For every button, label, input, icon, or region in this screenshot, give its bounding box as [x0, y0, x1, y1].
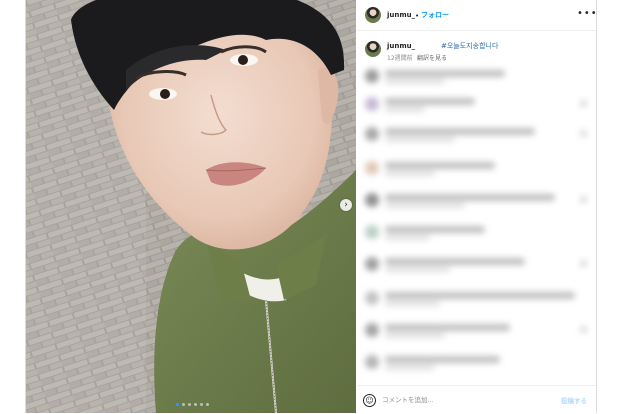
comment-box: ☺ 投稿する	[357, 385, 596, 414]
selfie-image	[26, 0, 356, 413]
translate-link[interactable]: 翻訳を見る	[417, 53, 447, 62]
instagram-post-modal: › junmu_ • フォロー ••• junmu_ #오늘도지송합니다 12週…	[25, 0, 597, 413]
carousel-dot	[194, 403, 197, 406]
follow-button[interactable]: フォロー	[421, 10, 449, 20]
post-photo[interactable]: ›	[26, 0, 356, 413]
chevron-right-icon: ›	[344, 200, 348, 210]
carousel-next-button[interactable]: ›	[340, 199, 352, 211]
post-comment-button[interactable]: 投稿する	[561, 395, 587, 405]
post-side-panel: junmu_ • フォロー ••• junmu_ #오늘도지송합니다 12週間前…	[357, 0, 598, 414]
carousel-dot	[206, 403, 209, 406]
smile-icon[interactable]: ☺	[363, 394, 376, 407]
more-horizontal-icon[interactable]: •••	[577, 8, 598, 19]
carousel-dot	[176, 403, 179, 406]
comment-input[interactable]	[382, 394, 532, 406]
carousel-dot	[182, 403, 185, 406]
post-time[interactable]: 12週間前	[387, 53, 413, 62]
avatar[interactable]	[365, 7, 381, 23]
carousel-indicator	[176, 403, 209, 406]
caption-username[interactable]: junmu_	[387, 42, 415, 50]
comments-list-blurred	[357, 62, 596, 384]
header-username[interactable]: junmu_	[387, 11, 415, 19]
carousel-dot	[200, 403, 203, 406]
separator-dot: •	[415, 12, 420, 20]
caption-hashtag[interactable]: #오늘도지송합니다	[441, 41, 498, 51]
caption-avatar[interactable]	[365, 41, 381, 57]
carousel-dot	[188, 403, 191, 406]
post-header: junmu_ • フォロー •••	[357, 0, 598, 31]
